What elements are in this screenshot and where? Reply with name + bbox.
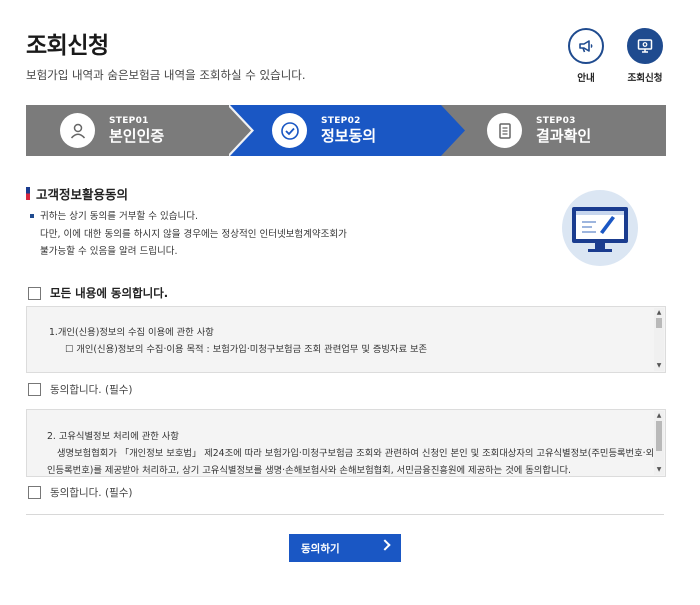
chevron-right-icon — [379, 539, 391, 551]
agree-2-label: 동의합니다. (필수) — [50, 487, 133, 499]
agree-submit-button[interactable]: 동의하기 — [289, 534, 401, 562]
agree-1-checkbox-row[interactable]: 동의합니다. (필수) — [28, 382, 133, 397]
agree-1-label: 동의합니다. (필수) — [50, 384, 133, 396]
guide-button[interactable]: 안내 — [566, 28, 606, 84]
page-title: 조회신청 — [26, 33, 109, 59]
scrollbar-thumb[interactable] — [656, 318, 662, 328]
step-1-number: STEP01 — [109, 116, 149, 126]
section-title-marker — [26, 187, 30, 200]
step-2-number: STEP02 — [321, 116, 361, 126]
scroll-down-icon[interactable]: ▼ — [654, 362, 664, 370]
agree-2-checkbox[interactable] — [28, 486, 41, 499]
notice-line-1: 귀하는 상기 동의를 거부할 수 있습니다. — [40, 211, 198, 222]
agree-all-checkbox[interactable] — [28, 286, 41, 300]
step-3-number: STEP03 — [536, 116, 576, 126]
scrollbar[interactable]: ▲ ▼ — [654, 308, 664, 371]
terms-2-body-line-2: 인등록번호)를 제공받아 처리하고, 상기 고유식별정보를 생명·손해보험사와 … — [47, 465, 571, 476]
scroll-up-icon[interactable]: ▲ — [654, 412, 664, 420]
scroll-down-icon[interactable]: ▼ — [654, 466, 664, 474]
step-1: STEP01 본인인증 — [60, 105, 164, 156]
agree-1-checkbox[interactable] — [28, 383, 41, 396]
guide-label: 안내 — [577, 73, 595, 84]
terms-box-1[interactable]: 1.개인(신용)정보의 수집 이용에 관한 사항 ☐ 개인(신용)정보의 수집·… — [26, 306, 666, 373]
section-title: 고객정보활용동의 — [26, 184, 128, 203]
step-progress-bar: STEP01 본인인증 STEP02 정보동의 STEP03 결과확인 — [26, 105, 666, 156]
terms-1-body: ☐ 개인(신용)정보의 수집·이용 목적 : 보험가입·미청구보험금 조회 관련… — [65, 344, 428, 355]
agree-submit-label: 동의하기 — [301, 542, 340, 555]
notice-line-2: 다만, 이에 대한 동의를 하시지 않을 경우에는 정상적인 인터넷보험계약조회… — [40, 228, 347, 240]
terms-box-2[interactable]: 2. 고유식별정보 처리에 관한 사항 생명보험협회가 「개인정보 보호법」 제… — [26, 409, 666, 477]
terms-2-body-line-1: 생명보험협회가 「개인정보 보호법」 제24조에 따라 보험가입·미청구보험금 … — [57, 448, 663, 459]
scrollbar[interactable]: ▲ ▼ — [654, 411, 664, 475]
scroll-up-icon[interactable]: ▲ — [654, 309, 664, 317]
step-2: STEP02 정보동의 — [272, 105, 376, 156]
page-subtitle: 보험가입 내역과 숨은보험금 내역을 조회하실 수 있습니다. — [26, 68, 306, 82]
notice-text: 귀하는 상기 동의를 거부할 수 있습니다. 다만, 이에 대한 동의를 하시지… — [30, 208, 347, 261]
person-icon — [60, 113, 95, 148]
agree-2-checkbox-row[interactable]: 동의합니다. (필수) — [28, 485, 133, 500]
terms-2-heading: 2. 고유식별정보 처리에 관한 사항 — [47, 431, 179, 442]
computer-illustration — [562, 190, 638, 266]
scrollbar-thumb[interactable] — [656, 421, 662, 451]
agree-all-label: 모든 내용에 동의합니다. — [50, 286, 169, 300]
step-1-title: 본인인증 — [109, 127, 165, 145]
query-request-label: 조회신청 — [627, 73, 663, 84]
step-2-title: 정보동의 — [321, 127, 377, 145]
agree-all-checkbox-row[interactable]: 모든 내용에 동의합니다. — [28, 285, 168, 301]
check-circle-icon — [272, 113, 307, 148]
step-3: STEP03 결과확인 — [487, 105, 591, 156]
bullet-icon — [30, 213, 34, 218]
section-title-text: 고객정보활용동의 — [36, 187, 129, 202]
document-icon — [487, 113, 522, 148]
terms-1-heading: 1.개인(신용)정보의 수집 이용에 관한 사항 — [49, 327, 214, 338]
notice-line-3: 불가능할 수 있음을 알려 드립니다. — [40, 246, 178, 257]
monitor-icon — [627, 28, 663, 64]
query-request-button[interactable]: 조회신청 — [625, 28, 665, 84]
step-3-title: 결과확인 — [536, 127, 592, 145]
megaphone-icon — [568, 28, 604, 64]
divider — [26, 514, 664, 515]
